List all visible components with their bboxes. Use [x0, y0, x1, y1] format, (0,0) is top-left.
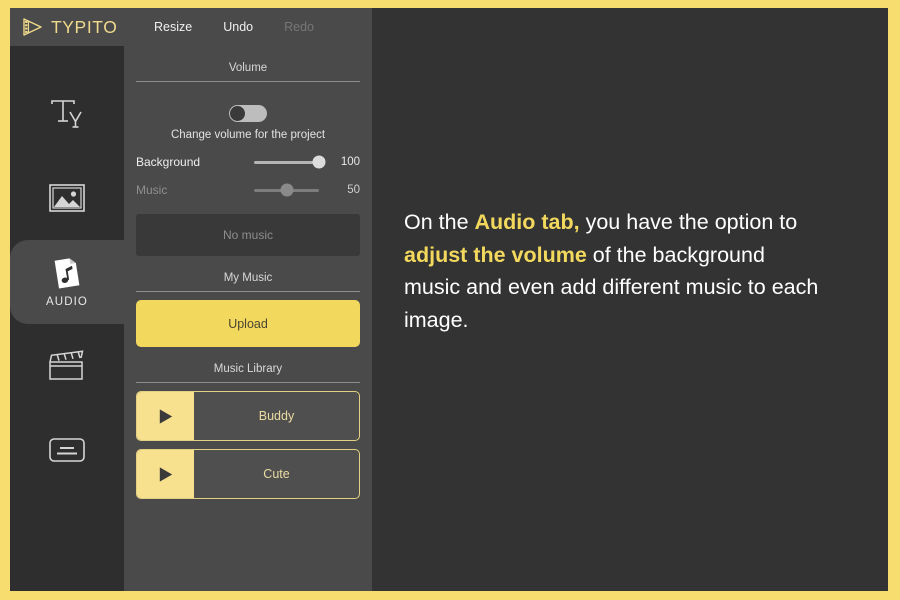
list-item[interactable]: Buddy [136, 391, 360, 441]
volume-section-divider [136, 81, 360, 82]
play-icon[interactable] [137, 450, 194, 498]
redo-button: Redo [284, 20, 314, 34]
brand-name: TYPITO [51, 16, 118, 37]
music-volume-row: Music 50 [136, 169, 360, 197]
sidebar-item-list: AUDIO [10, 46, 124, 591]
caption-highlight-2: adjust the volume [404, 242, 587, 267]
my-music-section-title: My Music [223, 272, 273, 284]
music-slider-thumb [280, 183, 294, 197]
caption-highlight-1: Audio tab, [474, 210, 580, 234]
caption-part-1: On the [404, 210, 475, 234]
background-slider-thumb[interactable] [312, 155, 326, 169]
background-volume-value: 100 [340, 156, 360, 168]
change-volume-toggle[interactable] [229, 105, 267, 122]
app-logo[interactable]: TYPITO [10, 8, 124, 46]
left-sidebar: TYPITO AUDIO [10, 8, 124, 591]
app-window: TYPITO AUDIO Resize Undo Redo Volume Cha… [10, 8, 888, 591]
sidebar-item-audio[interactable]: AUDIO [10, 222, 124, 342]
text-ty-icon [47, 97, 87, 131]
sidebar-item-text[interactable] [10, 72, 124, 156]
top-toolbar: Resize Undo Redo [124, 8, 372, 46]
subtitle-icon [48, 437, 86, 463]
audio-panel: Resize Undo Redo Volume Change volume fo… [124, 8, 372, 591]
music-slider-label: Music [136, 183, 168, 197]
toggle-knob [230, 106, 245, 121]
music-volume-value: 50 [347, 184, 360, 196]
track-name: Cute [263, 467, 290, 481]
list-item[interactable]: Cute [136, 449, 360, 499]
play-icon[interactable] [137, 392, 194, 440]
audio-note-icon [52, 256, 82, 290]
change-volume-label: Change volume for the project [170, 129, 326, 141]
resize-button[interactable]: Resize [154, 20, 192, 34]
sidebar-item-video[interactable] [10, 324, 124, 408]
no-music-box[interactable]: No music [136, 214, 360, 256]
music-library-section-title: Music Library [213, 363, 283, 375]
background-slider-label: Background [136, 155, 201, 169]
yellow-frame: TYPITO AUDIO Resize Undo Redo Volume Cha… [0, 0, 900, 600]
background-volume-row: Background 100 [136, 141, 360, 169]
volume-section-title: Volume [228, 62, 268, 74]
film-play-icon [22, 17, 44, 37]
upload-button[interactable]: Upload [136, 300, 360, 347]
image-icon [48, 183, 86, 213]
clapperboard-icon [46, 349, 88, 383]
sidebar-item-subtitle[interactable] [10, 408, 124, 492]
caption-part-2: you have the option to [579, 210, 798, 234]
music-library-section-divider [136, 382, 360, 383]
my-music-section-divider [136, 291, 360, 292]
music-volume-slider [254, 183, 320, 197]
track-name: Buddy [258, 409, 295, 423]
background-volume-slider[interactable] [254, 155, 326, 169]
sidebar-item-label: AUDIO [46, 296, 88, 308]
volume-toggle-wrap [136, 84, 360, 122]
undo-button[interactable]: Undo [223, 20, 253, 34]
preview-canvas[interactable]: On the Audio tab, you have the option to… [372, 8, 888, 591]
overlay-caption: On the Audio tab, you have the option to… [404, 206, 822, 336]
